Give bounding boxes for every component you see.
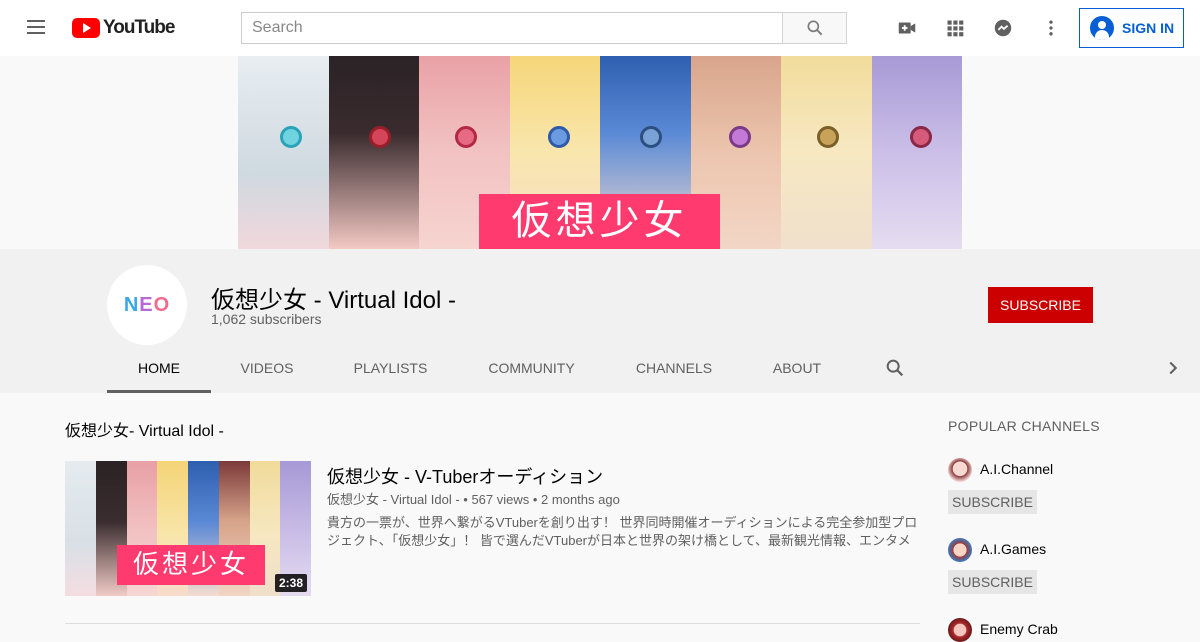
video-camera-icon[interactable]	[895, 16, 919, 40]
sign-in-label: SIGN IN	[1122, 20, 1175, 36]
play-logo-icon	[72, 18, 100, 38]
search-button[interactable]	[782, 12, 847, 44]
subscriber-count: 1,062 subscribers	[211, 311, 322, 327]
youtube-logo[interactable]: YouTube	[72, 17, 175, 39]
video-duration: 2:38	[274, 574, 307, 592]
video-thumbnail[interactable]: 仮想少女 2:38	[65, 461, 311, 596]
subscribe-button[interactable]: SUBSCRIBE	[948, 490, 1037, 514]
logo-text: YouTube	[103, 17, 175, 38]
featured-video: 仮想少女 2:38 仮想少女 - V-Tuberオーディション 仮想少女 - V…	[65, 461, 920, 596]
channel-search-icon[interactable]	[884, 357, 908, 381]
subscribe-button[interactable]: SUBSCRIBE	[988, 287, 1093, 323]
sign-in-button[interactable]: SIGN IN	[1079, 8, 1184, 48]
video-description: 貴方の一票が、世界へ繋がるVTuberを創り出す！ 世界同時開催オーディションに…	[327, 515, 918, 548]
messages-icon[interactable]	[991, 16, 1015, 40]
channel-avatar[interactable]	[948, 618, 972, 642]
video-meta: 仮想少女 - Virtual Idol - • 567 views • 2 mo…	[327, 492, 620, 507]
account-circle-icon	[1090, 16, 1114, 40]
popular-channel-name[interactable]: A.I.Games	[980, 541, 1046, 557]
divider	[65, 623, 920, 624]
tab-about[interactable]: ABOUT	[743, 345, 851, 393]
more-vert-icon[interactable]	[1039, 16, 1063, 40]
video-title[interactable]: 仮想少女 - V-Tuberオーディション	[327, 463, 603, 489]
section-title[interactable]: 仮想少女- Virtual Idol -	[65, 417, 224, 441]
search-input[interactable]: Search	[241, 12, 783, 44]
popular-channel-name[interactable]: Enemy Crab	[980, 621, 1058, 637]
channel-tabs: HOME VIDEOS PLAYLISTS COMMUNITY CHANNELS…	[107, 345, 851, 393]
channel-header: NEO 仮想少女 - Virtual Idol - 1,062 subscrib…	[0, 249, 1200, 393]
avatar-letter: E	[139, 293, 154, 316]
tab-channels[interactable]: CHANNELS	[605, 345, 743, 393]
banner-title: 仮想少女	[479, 194, 720, 249]
menu-icon[interactable]	[24, 16, 48, 40]
tab-community[interactable]: COMMUNITY	[458, 345, 605, 393]
channel-avatar[interactable]	[948, 538, 972, 562]
tab-videos[interactable]: VIDEOS	[211, 345, 323, 393]
channel-avatar: NEO	[107, 265, 187, 345]
tab-playlists[interactable]: PLAYLISTS	[323, 345, 458, 393]
apps-grid-icon[interactable]	[943, 16, 967, 40]
thumbnail-title: 仮想少女	[117, 545, 265, 585]
popular-channels-title: POPULAR CHANNELS	[948, 418, 1100, 434]
chevron-right-icon[interactable]	[1162, 357, 1186, 381]
channel-name: 仮想少女 - Virtual Idol -	[211, 287, 456, 314]
search-icon	[807, 20, 822, 36]
tab-home[interactable]: HOME	[107, 345, 211, 393]
channel-avatar[interactable]	[948, 458, 972, 482]
avatar-letter: N	[123, 293, 140, 316]
avatar-letter: O	[153, 293, 171, 316]
subscribe-button[interactable]: SUBSCRIBE	[948, 570, 1037, 594]
popular-channel-name[interactable]: A.I.Channel	[980, 461, 1053, 477]
channel-banner: 仮想少女	[238, 56, 962, 249]
top-bar: YouTube Search SIGN IN	[0, 0, 1200, 56]
